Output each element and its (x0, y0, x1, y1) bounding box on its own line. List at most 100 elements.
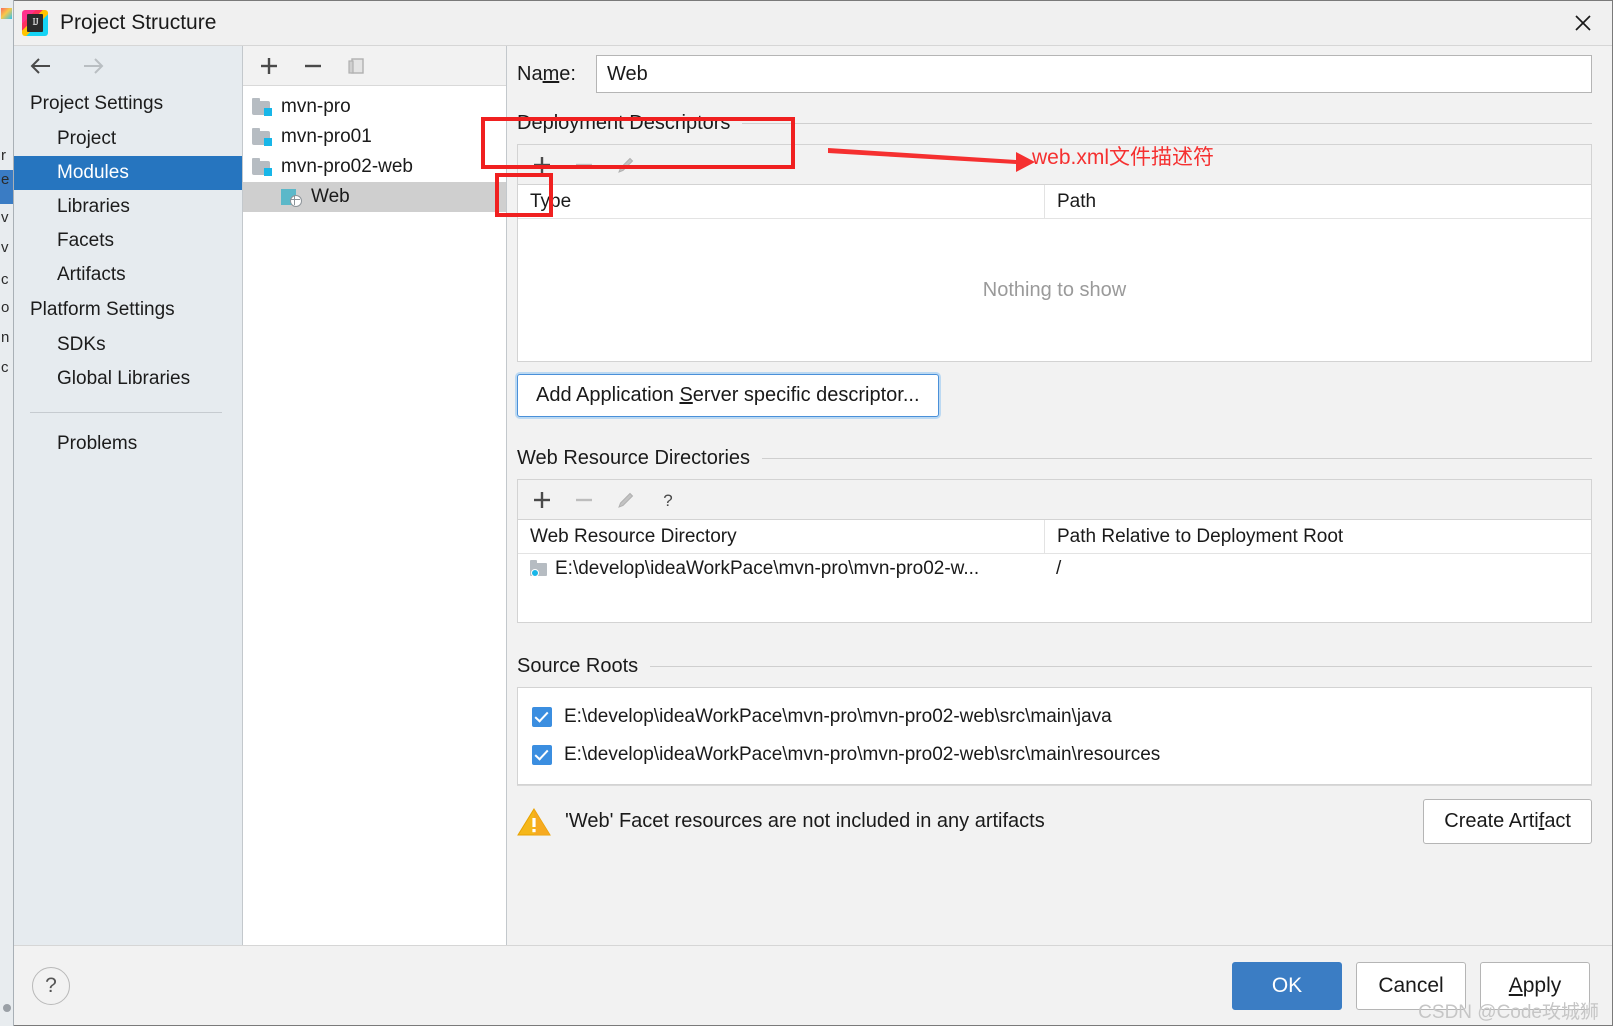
background-text-fragment: n (1, 329, 10, 346)
section-divider (762, 457, 1592, 459)
checkbox-checked-icon[interactable] (532, 745, 552, 765)
sidebar-divider (30, 412, 222, 413)
arrow-right-icon[interactable] (80, 56, 106, 76)
background-text-fragment: e (1, 171, 10, 188)
tree-row-module[interactable]: mvn-pro02-web (243, 152, 506, 182)
add-descriptor-button[interactable] (530, 153, 554, 177)
intellij-idea-icon: IJ (22, 10, 48, 36)
page-title: Project Structure (60, 11, 217, 34)
svg-text:?: ? (663, 491, 672, 510)
deployment-descriptors-title: Deployment Descriptors (517, 111, 731, 134)
add-appserver-wrap: Add Application Server specific descript… (507, 362, 1612, 417)
table-header: Type Path (518, 185, 1591, 219)
sidebar-item-modules[interactable]: Modules (14, 156, 242, 190)
create-artifact-button[interactable]: Create Artifact (1423, 799, 1592, 844)
remove-web-resource-button[interactable] (572, 488, 596, 512)
warning-triangle-icon (517, 807, 551, 837)
module-folder-icon (252, 97, 272, 116)
arrow-left-icon[interactable] (28, 56, 54, 76)
folder-icon (530, 559, 548, 577)
tree-row-module[interactable]: mvn-pro01 (243, 122, 506, 152)
sidebar-item-facets[interactable]: Facets (14, 224, 242, 258)
name-row: Name: (507, 46, 1612, 102)
facet-settings-content: Name: Deployment Descriptors (507, 46, 1612, 945)
module-tree-panel: mvn-pro mvn-pro01 mvn-pro02-web Web (243, 46, 507, 945)
table-header: Web Resource Directory Path Relative to … (518, 520, 1591, 554)
list-item[interactable]: E:\develop\ideaWorkPace\mvn-pro\mvn-pro0… (518, 698, 1591, 736)
module-folder-icon (252, 127, 272, 146)
tree-item-label: Web (311, 186, 350, 207)
checkbox-checked-icon[interactable] (532, 707, 552, 727)
web-resources-section-header: Web Resource Directories (507, 437, 1612, 479)
help-button[interactable]: ? (32, 966, 70, 1005)
web-resources-title: Web Resource Directories (517, 446, 751, 469)
tree-item-label: mvn-pro02-web (281, 156, 413, 177)
module-tree-toolbar (243, 46, 506, 86)
name-input[interactable] (595, 55, 1592, 93)
column-header-relative-path: Path Relative to Deployment Root (1057, 525, 1344, 547)
cancel-button[interactable]: Cancel (1356, 961, 1466, 1010)
facet-warning-bar: 'Web' Facet resources are not included i… (517, 785, 1592, 857)
add-web-resource-button[interactable] (530, 488, 554, 512)
sidebar-item-sdks[interactable]: SDKs (14, 328, 242, 362)
remove-descriptor-button[interactable] (572, 153, 596, 177)
sidebar-nav-arrows (14, 46, 242, 86)
edit-descriptor-button[interactable] (614, 153, 638, 177)
background-text-fragment: v (1, 209, 9, 226)
source-roots-title: Source Roots (517, 654, 639, 677)
source-root-path: E:\develop\ideaWorkPace\mvn-pro\mvn-pro0… (564, 706, 1112, 727)
background-text-fragment: r (1, 147, 6, 164)
background-text-fragment: o (1, 299, 10, 316)
add-module-button[interactable] (257, 54, 281, 78)
deployment-descriptors-toolbar (517, 144, 1592, 184)
source-roots-list: E:\develop\ideaWorkPace\mvn-pro\mvn-pro0… (517, 687, 1592, 785)
dialog-footer: ? OK Cancel Apply (14, 945, 1612, 1025)
project-structure-dialog: IJ Project Structure Project Settings Pr… (14, 0, 1613, 1026)
sidebar-group-project-settings: Project Settings (30, 93, 164, 114)
column-header-path: Path (1057, 190, 1097, 212)
source-root-path: E:\develop\ideaWorkPace\mvn-pro\mvn-pro0… (564, 744, 1161, 765)
edit-web-resource-button[interactable] (614, 488, 638, 512)
sidebar-item-project[interactable]: Project (14, 122, 242, 156)
sidebar-item-libraries[interactable]: Libraries (14, 190, 242, 224)
module-folder-icon (252, 157, 272, 176)
web-resource-directories-table: Web Resource Directory Path Relative to … (517, 519, 1592, 623)
tree-row-module[interactable]: mvn-pro (243, 92, 506, 122)
sidebar-item-problems[interactable]: Problems (14, 427, 242, 461)
background-text-fragment: c (1, 271, 9, 288)
background-ide-logo (1, 8, 12, 19)
background-status-dot (3, 1004, 11, 1012)
section-divider (650, 665, 1592, 667)
apply-button[interactable]: Apply (1480, 961, 1590, 1010)
web-resource-help-button[interactable]: ? (656, 488, 680, 512)
remove-module-button[interactable] (301, 54, 325, 78)
sidebar-group-platform-settings: Platform Settings (30, 299, 175, 320)
empty-state-text: Nothing to show (982, 278, 1127, 301)
module-tree-list: mvn-pro mvn-pro01 mvn-pro02-web Web (243, 86, 506, 945)
footer-actions: OK Cancel Apply (1232, 961, 1590, 1010)
table-row[interactable]: E:\develop\ideaWorkPace\mvn-pro\mvn-pro0… (518, 554, 1591, 584)
copy-module-button[interactable] (345, 54, 369, 78)
background-ide-sliver: r e v v c o n c (0, 0, 14, 1026)
name-label: Name: (517, 62, 576, 85)
tree-row-facet-web[interactable]: Web (243, 182, 506, 212)
ok-button[interactable]: OK (1232, 961, 1342, 1010)
background-text-fragment: c (1, 359, 9, 376)
section-divider (742, 122, 1592, 124)
close-icon[interactable] (1554, 1, 1612, 45)
sidebar-item-global-libraries[interactable]: Global Libraries (14, 362, 242, 396)
deployment-descriptors-table: Type Path Nothing to show (517, 184, 1592, 362)
list-item[interactable]: E:\develop\ideaWorkPace\mvn-pro\mvn-pro0… (518, 736, 1591, 774)
column-header-web-resource-directory: Web Resource Directory (530, 525, 737, 547)
sidebar-item-artifacts[interactable]: Artifacts (14, 258, 242, 292)
dialog-body: Project Settings Project Modules Librari… (14, 46, 1612, 945)
settings-sidebar: Project Settings Project Modules Librari… (14, 46, 243, 945)
tree-item-label: mvn-pro01 (281, 126, 372, 147)
cell-relative-path: / (1056, 558, 1062, 579)
dialog-titlebar: IJ Project Structure (14, 1, 1612, 46)
add-application-server-descriptor-button[interactable]: Add Application Server specific descript… (517, 374, 939, 417)
deployment-descriptors-section-header: Deployment Descriptors (507, 102, 1612, 144)
web-facet-icon (281, 188, 302, 207)
cell-web-resource-directory: E:\develop\ideaWorkPace\mvn-pro\mvn-pro0… (518, 558, 1044, 580)
source-roots-section-header: Source Roots (507, 645, 1612, 687)
